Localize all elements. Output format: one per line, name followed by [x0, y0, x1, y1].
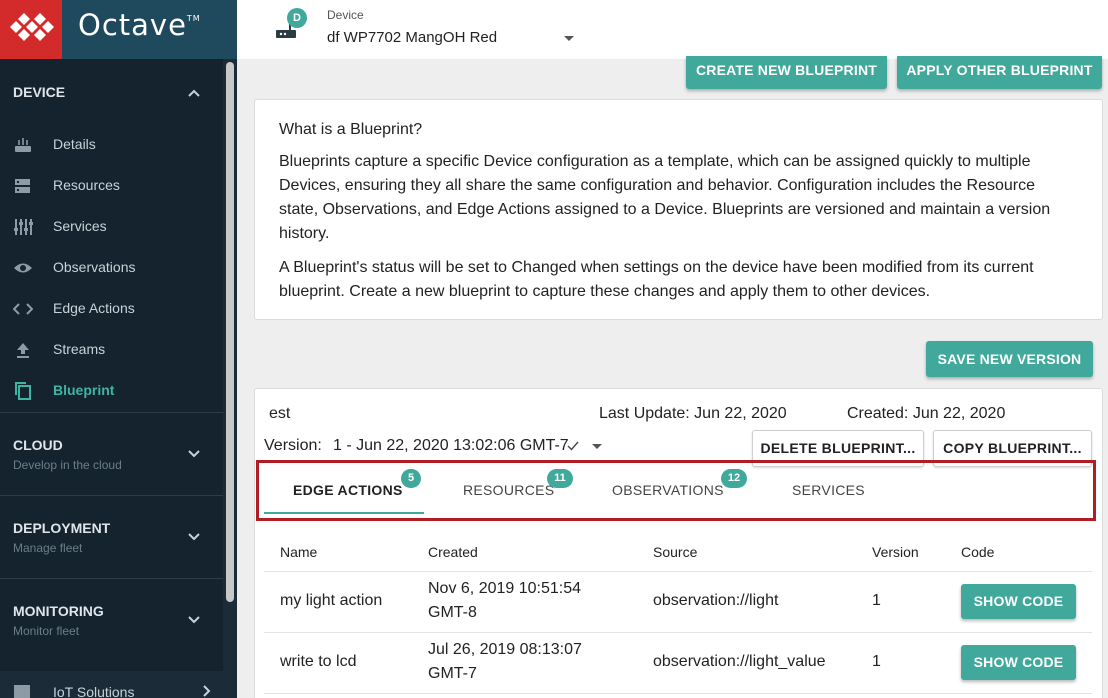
cell-source: observation://light [653, 592, 779, 609]
sidebar-item-streams[interactable]: Streams [0, 335, 223, 365]
upload-icon [17, 343, 29, 358]
chevron-down-icon[interactable] [186, 529, 202, 545]
sidebar-item-blueprint[interactable]: Blueprint [0, 376, 223, 406]
sidebar-item-label: Services [53, 218, 107, 234]
create-new-blueprint-button[interactable]: CREATE NEW BLUEPRINT [686, 56, 887, 89]
cell-source: observation://light_value [653, 653, 826, 670]
router-icon [15, 138, 31, 152]
copy-icon [15, 382, 31, 400]
section-deployment-subtitle: Manage fleet [13, 541, 83, 555]
sidebar-item-label: Details [53, 136, 96, 152]
check-icon [567, 441, 579, 451]
chevron-right-icon [203, 685, 211, 697]
sidebar-item-label: Edge Actions [53, 300, 135, 316]
tabs-highlight-box [256, 460, 1096, 521]
code-icon [13, 303, 33, 315]
sidebar-item-iot-solutions[interactable]: IoT Solutions [0, 671, 237, 698]
device-label: Device [327, 8, 364, 22]
sidebar-item-label: Observations [53, 259, 136, 275]
cell-name: write to lcd [280, 653, 357, 670]
device-select[interactable]: df WP7702 MangOH Red [327, 29, 497, 46]
sidebar-item-details[interactable]: Details [0, 130, 223, 160]
sidebar-item-services[interactable]: Services [0, 212, 223, 242]
section-monitoring-subtitle: Monitor fleet [13, 624, 80, 638]
sidebar-item-label: Blueprint [53, 382, 115, 398]
row-divider [264, 632, 1092, 633]
sidebar-item-label: IoT Solutions [53, 684, 135, 698]
column-header-version: Version [872, 544, 919, 560]
info-title: What is a Blueprint? [279, 121, 423, 138]
show-code-button[interactable]: SHOW CODE [961, 645, 1076, 680]
cell-version: 1 [872, 592, 881, 609]
cell-created-line-1: Nov 6, 2019 10:51:54 [428, 580, 582, 597]
save-new-version-button[interactable]: SAVE NEW VERSION [926, 341, 1093, 377]
sidebar-divider [0, 578, 223, 579]
sidebar-item-observations[interactable]: Observations [0, 253, 223, 283]
section-deployment-title[interactable]: DEPLOYMENT [13, 520, 110, 536]
info-paragraph-1: Blueprints capture a specific Device con… [279, 153, 1051, 242]
sidebar-item-edge-actions[interactable]: Edge Actions [0, 294, 223, 324]
apply-other-blueprint-button[interactable]: APPLY OTHER BLUEPRINT [897, 56, 1102, 89]
sidebar-item-label: Streams [53, 341, 106, 357]
section-cloud-subtitle: Develop in the cloud [13, 458, 122, 472]
chevron-down-icon[interactable] [186, 446, 202, 462]
blueprint-info-card: What is a Blueprint? Blueprints capture … [254, 99, 1103, 320]
sidebar-item-label: Resources [53, 177, 120, 193]
column-header-name: Name [280, 544, 318, 560]
row-divider [264, 693, 1092, 694]
version-label: Version: [264, 437, 322, 454]
logo-text: Octave [78, 8, 187, 42]
app-logo[interactable]: OctaveTM [78, 8, 201, 42]
sidebar-scrollbar-thumb[interactable] [226, 62, 234, 602]
created-date: Created: Jun 22, 2020 [847, 405, 1006, 422]
caret-down-icon[interactable] [563, 35, 575, 43]
tune-icon [14, 219, 33, 235]
section-monitoring-title[interactable]: MONITORING [13, 603, 104, 619]
cell-created-line-2: GMT-8 [428, 604, 477, 621]
cell-version: 1 [872, 653, 881, 670]
cell-created-line-1: Jul 26, 2019 08:13:07 [428, 641, 582, 658]
chevron-down-icon[interactable] [186, 612, 202, 628]
sidebar-divider [0, 495, 223, 496]
logo-mark [0, 0, 62, 59]
blueprint-name: est [269, 405, 291, 422]
sidebar-item-resources[interactable]: Resources [0, 171, 223, 201]
cell-name: my light action [280, 592, 383, 609]
row-divider [264, 571, 1092, 572]
sidebar-divider [0, 412, 223, 413]
device-avatar[interactable]: D [273, 6, 309, 42]
info-paragraph-2: A Blueprint's status will be set to Chan… [279, 259, 1034, 300]
eye-icon [14, 263, 32, 273]
building-icon [14, 685, 30, 698]
column-header-created: Created [428, 544, 478, 560]
logo-trademark: TM [186, 14, 201, 23]
avatar-badge: D [287, 8, 307, 28]
sidebar: OctaveTM DEVICE Details Resources Servic… [0, 0, 237, 698]
show-code-button[interactable]: SHOW CODE [961, 584, 1076, 619]
cell-created-line-2: GMT-7 [428, 665, 477, 682]
section-device-title[interactable]: DEVICE [13, 84, 65, 100]
storage-icon [15, 179, 30, 193]
last-update: Last Update: Jun 22, 2020 [599, 405, 787, 422]
version-select[interactable]: 1 - Jun 22, 2020 13:02:06 GMT-7 [333, 437, 569, 455]
column-header-code: Code [961, 544, 995, 560]
caret-down-icon[interactable] [591, 443, 603, 451]
chevron-up-icon[interactable] [186, 85, 202, 101]
column-header-source: Source [653, 544, 698, 560]
section-cloud-title[interactable]: CLOUD [13, 437, 63, 453]
